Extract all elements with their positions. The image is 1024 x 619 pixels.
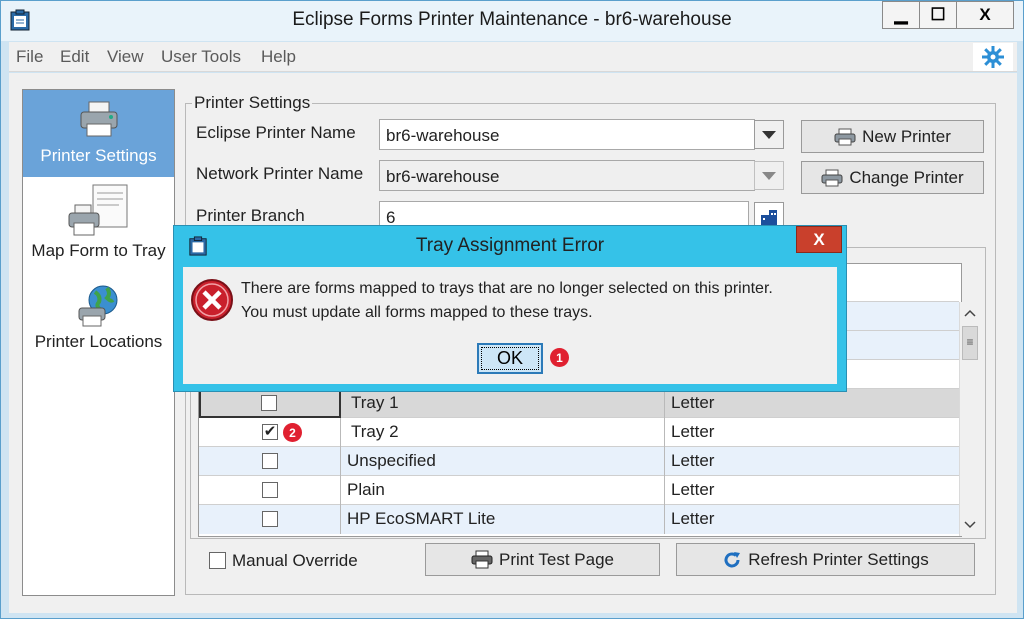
refresh-printer-settings-label: Refresh Printer Settings — [748, 549, 929, 569]
printer-icon — [80, 101, 117, 137]
eclipse-printer-dropdown-button[interactable] — [754, 120, 784, 149]
window-title: Eclipse Forms Printer Maintenance - br6-… — [292, 9, 732, 30]
tray-grid-scrollbar[interactable]: ≡ — [959, 302, 980, 536]
table-cell-tray: Tray 2 — [341, 418, 665, 447]
sidebar-item-map-form-to-tray[interactable]: Map Form to Tray — [23, 180, 174, 272]
tray-checkbox[interactable] — [262, 482, 278, 498]
table-cell-paper: Letter — [671, 422, 715, 441]
new-printer-button[interactable]: New Printer — [801, 120, 984, 153]
gear-icon — [982, 46, 1004, 68]
table-row[interactable]: HP EcoSMART Lite Letter — [199, 505, 959, 534]
table-cell-paper: Letter — [671, 480, 715, 499]
table-cell-tray: HP EcoSMART Lite — [341, 505, 665, 534]
printer-icon — [471, 550, 493, 568]
step-badge-1: 1 — [550, 348, 569, 367]
sidebar-item-label: Printer Settings — [40, 146, 157, 165]
dialog-body: There are forms mapped to trays that are… — [183, 267, 837, 384]
globe-printer-icon — [78, 285, 117, 327]
chevron-up-icon — [964, 309, 976, 317]
tray-assignment-error-dialog: Tray Assignment Error X There are forms … — [173, 225, 847, 392]
table-cell-tray: Plain — [341, 476, 665, 505]
table-row[interactable]: Plain Letter — [199, 476, 959, 505]
eclipse-printer-name-field[interactable]: br6-warehouse — [379, 119, 755, 150]
maximize-button[interactable]: ☐ — [919, 1, 957, 29]
table-cell-tray: Tray 1 — [341, 389, 665, 418]
dialog-message-line-2: You must update all forms mapped to thes… — [241, 304, 593, 321]
sidebar-item-printer-settings[interactable]: Printer Settings — [23, 90, 174, 177]
table-cell-select[interactable] — [199, 447, 341, 476]
dialog-title: Tray Assignment Error — [415, 235, 605, 256]
dialog-close-button[interactable]: X — [796, 226, 842, 253]
change-printer-label: Change Printer — [849, 167, 964, 187]
new-printer-label: New Printer — [862, 126, 951, 146]
table-row[interactable]: ✔ 2 Tray 2 Letter — [199, 418, 959, 447]
tray-checkbox[interactable] — [262, 453, 278, 469]
sidebar-item-label: Map Form to Tray — [31, 241, 166, 260]
network-printer-name-field: br6-warehouse — [379, 160, 755, 191]
menu-help[interactable]: Help — [261, 47, 296, 67]
table-cell-paper: Letter — [671, 451, 715, 470]
manual-override-checkbox[interactable] — [209, 552, 226, 569]
step-badge-2: 2 — [283, 423, 302, 442]
scroll-thumb[interactable]: ≡ — [962, 326, 978, 360]
network-printer-dropdown-button — [754, 161, 784, 190]
sidebar-item-printer-locations[interactable]: Printer Locations — [23, 282, 174, 362]
eclipse-printer-name-label: Eclipse Printer Name — [196, 123, 356, 142]
table-row[interactable]: Tray 1 Letter — [199, 389, 959, 418]
print-test-page-button[interactable]: Print Test Page — [425, 543, 660, 576]
table-cell-select[interactable] — [199, 505, 341, 534]
title-bar: Eclipse Forms Printer Maintenance - br6-… — [1, 1, 1023, 41]
printer-form-icon — [68, 184, 127, 236]
error-icon — [191, 279, 233, 321]
printer-branch-label: Printer Branch — [196, 206, 305, 225]
table-cell-select[interactable] — [199, 389, 341, 418]
network-printer-name-label: Network Printer Name — [196, 164, 364, 183]
table-cell-tray: Unspecified — [341, 447, 665, 476]
table-cell-paper: Letter — [671, 509, 715, 528]
tray-checkbox[interactable] — [261, 395, 277, 411]
building-icon — [761, 209, 777, 226]
table-row[interactable]: Unspecified Letter — [199, 447, 959, 476]
dialog-message-line-1: There are forms mapped to trays that are… — [241, 280, 773, 297]
settings-gear-button[interactable] — [973, 43, 1013, 71]
tray-checkbox[interactable] — [262, 511, 278, 527]
change-printer-button[interactable]: Change Printer — [801, 161, 984, 194]
refresh-icon — [724, 551, 741, 567]
menu-file[interactable]: File — [16, 47, 43, 67]
menu-bar: File Edit View User Tools Help — [9, 42, 1017, 72]
printer-settings-legend: Printer Settings — [194, 93, 311, 112]
refresh-printer-settings-button[interactable]: Refresh Printer Settings — [676, 543, 975, 576]
table-cell-paper: Letter — [671, 393, 715, 412]
printer-icon — [834, 128, 856, 145]
ok-button[interactable]: OK — [477, 343, 543, 374]
chevron-down-icon — [964, 521, 976, 529]
chevron-down-icon — [762, 130, 776, 139]
sidebar-item-label: Printer Locations — [34, 332, 163, 351]
menu-view[interactable]: View — [107, 47, 144, 67]
print-test-page-label: Print Test Page — [499, 549, 614, 569]
sidebar: Printer Settings Map Form to Tray Printe… — [22, 89, 175, 596]
minimize-button[interactable]: ▁ — [882, 1, 920, 29]
chevron-down-icon — [762, 171, 776, 180]
tray-checkbox-checked[interactable]: ✔ — [262, 424, 278, 440]
menu-edit[interactable]: Edit — [60, 47, 89, 67]
manual-override-label: Manual Override — [232, 551, 358, 570]
close-button[interactable]: X — [956, 1, 1014, 29]
printer-icon — [821, 169, 843, 186]
menu-user-tools[interactable]: User Tools — [161, 47, 241, 67]
table-cell-select[interactable]: ✔ 2 — [199, 418, 341, 447]
table-cell-select[interactable] — [199, 476, 341, 505]
